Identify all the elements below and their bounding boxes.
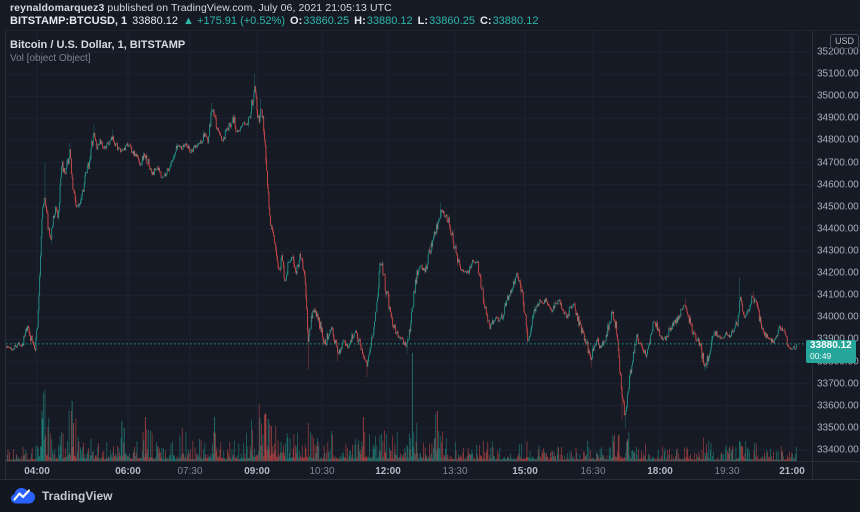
price-axis-label: 33600.00 bbox=[817, 400, 859, 412]
price-axis-label: 34200.00 bbox=[817, 267, 859, 279]
symbol-interval: BITSTAMP:BTCUSD, 1 bbox=[10, 15, 128, 27]
open-label: O: bbox=[290, 15, 303, 27]
low-label: L: bbox=[417, 15, 429, 27]
bar-countdown: 00:49 bbox=[810, 351, 832, 361]
time-axis-label: 10:30 bbox=[309, 466, 335, 477]
low-value: 33860.25 bbox=[429, 15, 475, 27]
time-axis-label: 19:30 bbox=[714, 466, 740, 477]
price-axis-label: 33400.00 bbox=[817, 444, 859, 456]
price-axis-label: 34100.00 bbox=[817, 289, 859, 301]
currency-badge: USD bbox=[830, 34, 859, 49]
price-axis-label: 34000.00 bbox=[817, 311, 859, 323]
price-axis-label: 34300.00 bbox=[817, 245, 859, 257]
high-label: H: bbox=[354, 15, 366, 27]
close-label: C: bbox=[479, 15, 492, 27]
time-axis-label: 21:00 bbox=[779, 466, 805, 477]
price-axis-label: 34800.00 bbox=[817, 134, 859, 146]
last-price: 33880.12 bbox=[132, 15, 179, 27]
time-axis-label: 12:00 bbox=[375, 466, 401, 477]
tradingview-logo-icon[interactable] bbox=[10, 486, 36, 506]
price-axis-label: 35100.00 bbox=[817, 68, 859, 80]
price-axis-label: 33700.00 bbox=[817, 378, 859, 390]
publish-info: reynaldomarquez3 published on TradingVie… bbox=[10, 2, 392, 14]
time-axis-label: 18:00 bbox=[647, 466, 673, 477]
time-axis-label: 09:00 bbox=[244, 466, 270, 477]
symbol-ohlc-bar: BITSTAMP:BTCUSD, 1 33880.12 ▲ +175.91 (+0.… bbox=[10, 15, 543, 27]
time-axis-label: 07:30 bbox=[177, 466, 203, 477]
time-axis-label: 06:00 bbox=[115, 466, 141, 477]
price-axis-label: 34400.00 bbox=[817, 223, 859, 235]
time-axis-label: 04:00 bbox=[24, 466, 50, 477]
publisher-name: reynaldomarquez3 bbox=[10, 2, 105, 14]
time-axis-label: 15:00 bbox=[512, 466, 538, 477]
candlestick-chart[interactable] bbox=[0, 0, 860, 512]
price-axis-label: 34600.00 bbox=[817, 179, 859, 191]
tradingview-snapshot: reynaldomarquez3 published on TradingVie… bbox=[0, 0, 860, 512]
current-price-badge[interactable]: 33880.12 00:49 bbox=[806, 340, 856, 363]
open-value: 33860.25 bbox=[303, 15, 350, 27]
close-value: 33880.12 bbox=[492, 15, 539, 27]
price-axis-label: 34700.00 bbox=[817, 157, 859, 169]
price-axis-label: 34500.00 bbox=[817, 201, 859, 213]
time-axis-label: 16:30 bbox=[580, 466, 606, 477]
high-value: 33880.12 bbox=[366, 15, 413, 27]
time-axis-label: 13:30 bbox=[442, 466, 468, 477]
footer-bar: TradingView bbox=[0, 480, 860, 512]
price-axis-label: 35000.00 bbox=[817, 90, 859, 102]
price-axis-label: 33500.00 bbox=[817, 422, 859, 434]
publish-details: published on TradingView.com, July 06, 2… bbox=[104, 2, 392, 14]
price-axis-label: 34900.00 bbox=[817, 112, 859, 124]
tradingview-brand-text[interactable]: TradingView bbox=[42, 489, 112, 503]
price-change up-arrow-icon: ▲ +175.91 (+0.52%) bbox=[183, 15, 286, 27]
